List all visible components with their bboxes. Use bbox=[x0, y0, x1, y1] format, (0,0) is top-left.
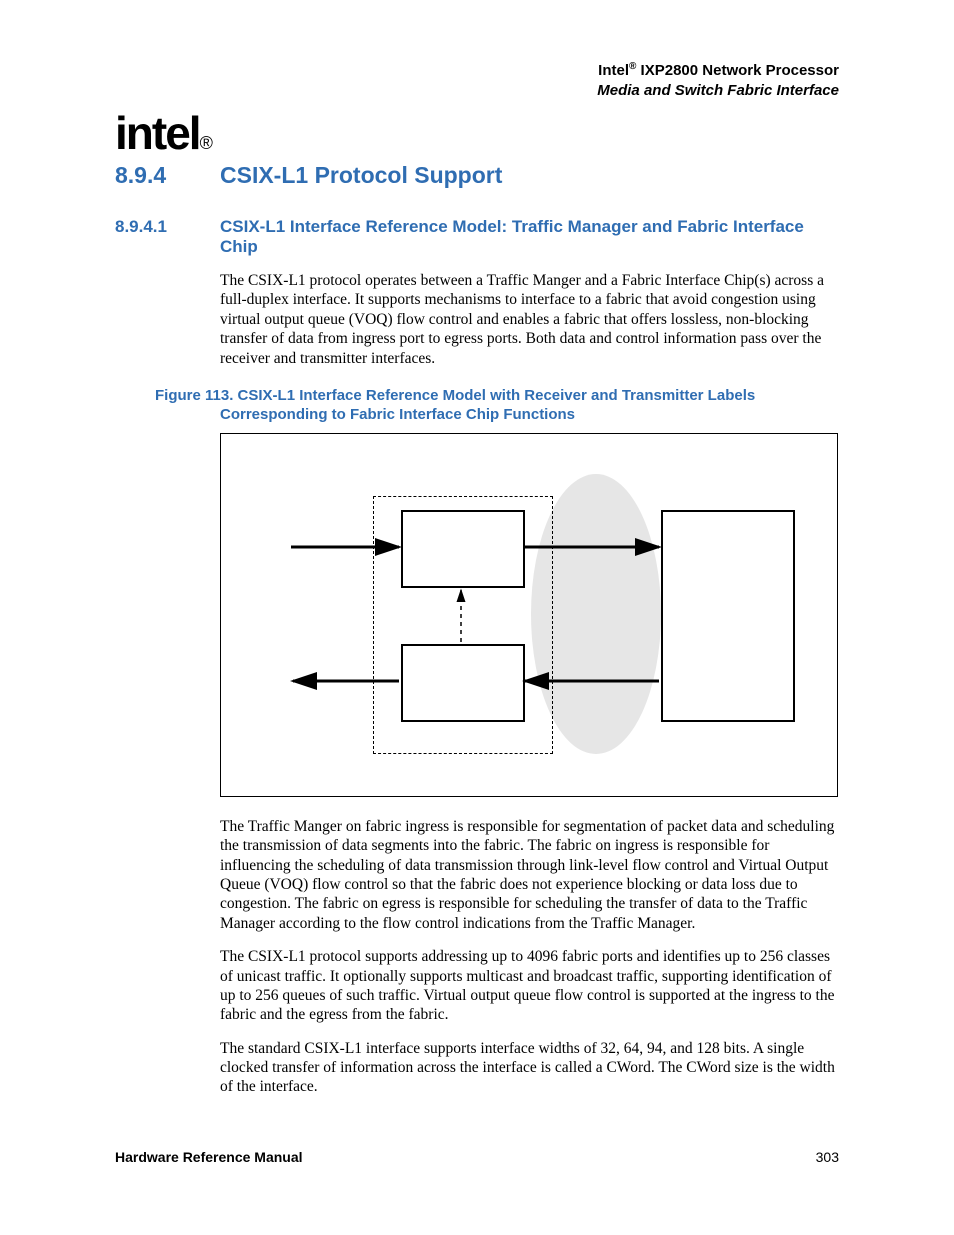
product-name: IXP2800 Network Processor bbox=[636, 62, 839, 79]
footer-manual-title: Hardware Reference Manual bbox=[115, 1149, 303, 1165]
logo-text: intel bbox=[115, 107, 200, 159]
paragraph-3: The CSIX-L1 protocol supports addressing… bbox=[220, 947, 839, 1025]
paragraph-1: The CSIX-L1 protocol operates between a … bbox=[220, 271, 839, 368]
figure-caption: Figure 113. CSIX-L1 Interface Reference … bbox=[115, 386, 839, 425]
paragraph-4: The standard CSIX-L1 interface supports … bbox=[220, 1039, 839, 1097]
figure-caption-line-1: Figure 113. CSIX-L1 Interface Reference … bbox=[155, 386, 839, 406]
figure-diagram bbox=[220, 433, 838, 797]
subsection-heading: 8.9.4.1 CSIX-L1 Interface Reference Mode… bbox=[115, 217, 839, 257]
footer-page-number: 303 bbox=[816, 1149, 839, 1165]
header-subtitle: Media and Switch Fabric Interface bbox=[115, 81, 839, 101]
page: Intel® IXP2800 Network Processor Media a… bbox=[0, 0, 954, 1235]
paragraph-2: The Traffic Manger on fabric ingress is … bbox=[220, 817, 839, 933]
section-number: 8.9.4 bbox=[115, 162, 220, 189]
document-header: Intel® IXP2800 Network Processor Media a… bbox=[115, 60, 839, 100]
page-footer: Hardware Reference Manual 303 bbox=[115, 1149, 839, 1165]
intel-logo: intel® bbox=[115, 106, 839, 160]
figure-caption-line-2: Corresponding to Fabric Interface Chip F… bbox=[220, 405, 839, 425]
fabric-interface-block bbox=[661, 510, 795, 722]
receiver-block bbox=[401, 644, 525, 722]
header-line-1: Intel® IXP2800 Network Processor bbox=[115, 60, 839, 81]
section-heading: 8.9.4 CSIX-L1 Protocol Support bbox=[115, 162, 839, 189]
subsection-number: 8.9.4.1 bbox=[115, 217, 220, 257]
logo-registered-icon: ® bbox=[200, 133, 211, 153]
subsection-title: CSIX-L1 Interface Reference Model: Traff… bbox=[220, 217, 839, 257]
section-title: CSIX-L1 Protocol Support bbox=[220, 162, 502, 189]
brand-name: Intel bbox=[598, 62, 629, 79]
transmitter-block bbox=[401, 510, 525, 588]
